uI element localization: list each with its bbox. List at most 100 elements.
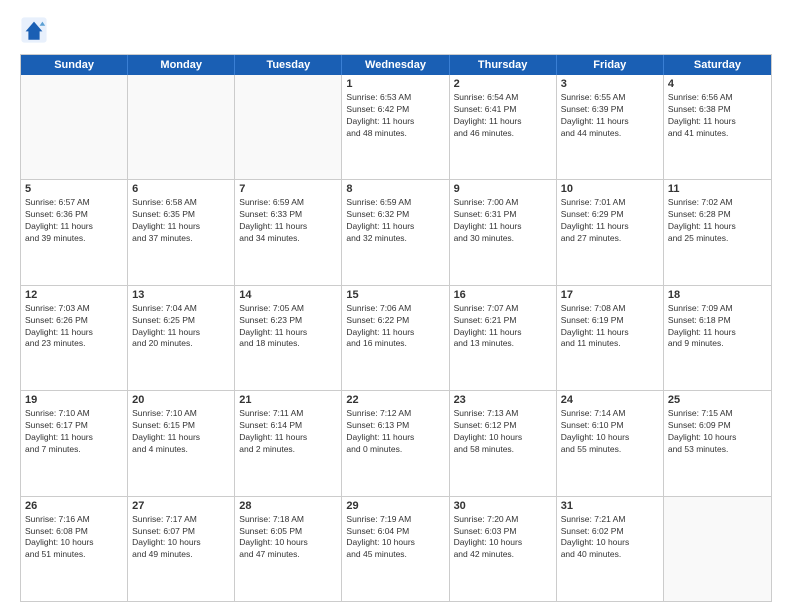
day-number: 10: [561, 183, 659, 195]
day-cell-22: 22 Sunrise: 7:12 AM Sunset: 6:13 PM Dayli…: [342, 391, 449, 495]
day-cell-3: 3Sunrise: 6:55 AM Sunset: 6:39 PM Daylig…: [557, 75, 664, 179]
day-info: Sunrise: 7:16 AM Sunset: 6:08 PM Dayligh…: [25, 514, 123, 562]
day-info: Sunrise: 7:14 AM Sunset: 6:10 PM Dayligh…: [561, 408, 659, 456]
day-cell-20: 20 Sunrise: 7:10 AM Sunset: 6:15 PM Dayli…: [128, 391, 235, 495]
day-number: 9: [454, 183, 552, 195]
day-cell-5: 5 Sunrise: 6:57 AM Sunset: 6:36 PM Daylig…: [21, 180, 128, 284]
day-info: Sunrise: 6:57 AM Sunset: 6:36 PM Dayligh…: [25, 197, 123, 245]
day-number: 22: [346, 394, 444, 406]
calendar: SundayMondayTuesdayWednesdayThursdayFrid…: [20, 54, 772, 602]
day-cell-28: 28 Sunrise: 7:18 AM Sunset: 6:05 PM Dayli…: [235, 497, 342, 601]
day-cell-26: 26 Sunrise: 7:16 AM Sunset: 6:08 PM Dayli…: [21, 497, 128, 601]
day-cell-6: 6 Sunrise: 6:58 AM Sunset: 6:35 PM Daylig…: [128, 180, 235, 284]
day-info: Sunrise: 6:59 AM Sunset: 6:33 PM Dayligh…: [239, 197, 337, 245]
empty-cell-4-6: [664, 497, 771, 601]
logo-icon: [20, 16, 48, 44]
day-info: Sunrise: 7:08 AM Sunset: 6:19 PM Dayligh…: [561, 303, 659, 351]
day-info: Sunrise: 7:01 AM Sunset: 6:29 PM Dayligh…: [561, 197, 659, 245]
weekday-header-sunday: Sunday: [21, 55, 128, 75]
day-info: Sunrise: 7:04 AM Sunset: 6:25 PM Dayligh…: [132, 303, 230, 351]
day-info: Sunrise: 6:56 AM Sunset: 6:38 PM Dayligh…: [668, 92, 767, 140]
weekday-header-tuesday: Tuesday: [235, 55, 342, 75]
day-cell-1: 1 Sunrise: 6:53 AM Sunset: 6:42 PM Daylig…: [342, 75, 449, 179]
day-info: Sunrise: 6:53 AM Sunset: 6:42 PM Dayligh…: [346, 92, 444, 140]
page: SundayMondayTuesdayWednesdayThursdayFrid…: [0, 0, 792, 612]
day-number: 19: [25, 394, 123, 406]
calendar-row-2: 12Sunrise: 7:03 AM Sunset: 6:26 PM Dayli…: [21, 285, 771, 390]
day-info: Sunrise: 6:54 AM Sunset: 6:41 PM Dayligh…: [454, 92, 552, 140]
day-cell-16: 16 Sunrise: 7:07 AM Sunset: 6:21 PM Dayli…: [450, 286, 557, 390]
day-number: 7: [239, 183, 337, 195]
day-cell-15: 15Sunrise: 7:06 AM Sunset: 6:22 PM Dayli…: [342, 286, 449, 390]
calendar-row-3: 19 Sunrise: 7:10 AM Sunset: 6:17 PM Dayli…: [21, 390, 771, 495]
day-info: Sunrise: 7:07 AM Sunset: 6:21 PM Dayligh…: [454, 303, 552, 351]
day-number: 20: [132, 394, 230, 406]
logo: [20, 16, 52, 44]
weekday-header-friday: Friday: [557, 55, 664, 75]
day-number: 25: [668, 394, 767, 406]
weekday-header-saturday: Saturday: [664, 55, 771, 75]
day-number: 18: [668, 289, 767, 301]
day-info: Sunrise: 7:21 AM Sunset: 6:02 PM Dayligh…: [561, 514, 659, 562]
day-cell-18: 18 Sunrise: 7:09 AM Sunset: 6:18 PM Dayli…: [664, 286, 771, 390]
day-number: 15: [346, 289, 444, 301]
day-number: 23: [454, 394, 552, 406]
day-number: 31: [561, 500, 659, 512]
day-info: Sunrise: 6:59 AM Sunset: 6:32 PM Dayligh…: [346, 197, 444, 245]
day-cell-2: 2 Sunrise: 6:54 AM Sunset: 6:41 PM Daylig…: [450, 75, 557, 179]
day-cell-9: 9 Sunrise: 7:00 AM Sunset: 6:31 PM Daylig…: [450, 180, 557, 284]
day-info: Sunrise: 6:58 AM Sunset: 6:35 PM Dayligh…: [132, 197, 230, 245]
day-number: 8: [346, 183, 444, 195]
day-cell-7: 7 Sunrise: 6:59 AM Sunset: 6:33 PM Daylig…: [235, 180, 342, 284]
day-number: 24: [561, 394, 659, 406]
weekday-header-monday: Monday: [128, 55, 235, 75]
day-cell-23: 23 Sunrise: 7:13 AM Sunset: 6:12 PM Dayli…: [450, 391, 557, 495]
day-info: Sunrise: 7:00 AM Sunset: 6:31 PM Dayligh…: [454, 197, 552, 245]
day-number: 30: [454, 500, 552, 512]
calendar-body: 1 Sunrise: 6:53 AM Sunset: 6:42 PM Daylig…: [21, 75, 771, 601]
day-number: 13: [132, 289, 230, 301]
day-info: Sunrise: 7:19 AM Sunset: 6:04 PM Dayligh…: [346, 514, 444, 562]
calendar-row-0: 1 Sunrise: 6:53 AM Sunset: 6:42 PM Daylig…: [21, 75, 771, 179]
day-number: 28: [239, 500, 337, 512]
day-number: 29: [346, 500, 444, 512]
day-number: 4: [668, 78, 767, 90]
day-cell-4: 4 Sunrise: 6:56 AM Sunset: 6:38 PM Daylig…: [664, 75, 771, 179]
day-number: 5: [25, 183, 123, 195]
day-cell-13: 13 Sunrise: 7:04 AM Sunset: 6:25 PM Dayli…: [128, 286, 235, 390]
day-cell-11: 11Sunrise: 7:02 AM Sunset: 6:28 PM Dayli…: [664, 180, 771, 284]
day-info: Sunrise: 7:13 AM Sunset: 6:12 PM Dayligh…: [454, 408, 552, 456]
day-info: Sunrise: 6:55 AM Sunset: 6:39 PM Dayligh…: [561, 92, 659, 140]
weekday-header-thursday: Thursday: [450, 55, 557, 75]
day-cell-12: 12Sunrise: 7:03 AM Sunset: 6:26 PM Dayli…: [21, 286, 128, 390]
day-info: Sunrise: 7:10 AM Sunset: 6:17 PM Dayligh…: [25, 408, 123, 456]
header: [20, 16, 772, 44]
day-number: 1: [346, 78, 444, 90]
day-number: 17: [561, 289, 659, 301]
day-info: Sunrise: 7:12 AM Sunset: 6:13 PM Dayligh…: [346, 408, 444, 456]
calendar-row-1: 5 Sunrise: 6:57 AM Sunset: 6:36 PM Daylig…: [21, 179, 771, 284]
day-number: 16: [454, 289, 552, 301]
day-cell-27: 27Sunrise: 7:17 AM Sunset: 6:07 PM Dayli…: [128, 497, 235, 601]
day-number: 14: [239, 289, 337, 301]
day-cell-21: 21 Sunrise: 7:11 AM Sunset: 6:14 PM Dayli…: [235, 391, 342, 495]
day-info: Sunrise: 7:05 AM Sunset: 6:23 PM Dayligh…: [239, 303, 337, 351]
day-number: 6: [132, 183, 230, 195]
day-info: Sunrise: 7:03 AM Sunset: 6:26 PM Dayligh…: [25, 303, 123, 351]
calendar-header: SundayMondayTuesdayWednesdayThursdayFrid…: [21, 55, 771, 75]
day-info: Sunrise: 7:11 AM Sunset: 6:14 PM Dayligh…: [239, 408, 337, 456]
empty-cell-0-2: [235, 75, 342, 179]
day-info: Sunrise: 7:17 AM Sunset: 6:07 PM Dayligh…: [132, 514, 230, 562]
day-number: 21: [239, 394, 337, 406]
day-info: Sunrise: 7:18 AM Sunset: 6:05 PM Dayligh…: [239, 514, 337, 562]
day-cell-19: 19 Sunrise: 7:10 AM Sunset: 6:17 PM Dayli…: [21, 391, 128, 495]
weekday-header-wednesday: Wednesday: [342, 55, 449, 75]
day-cell-14: 14 Sunrise: 7:05 AM Sunset: 6:23 PM Dayli…: [235, 286, 342, 390]
day-info: Sunrise: 7:10 AM Sunset: 6:15 PM Dayligh…: [132, 408, 230, 456]
day-info: Sunrise: 7:09 AM Sunset: 6:18 PM Dayligh…: [668, 303, 767, 351]
day-number: 26: [25, 500, 123, 512]
day-number: 11: [668, 183, 767, 195]
day-cell-30: 30 Sunrise: 7:20 AM Sunset: 6:03 PM Dayli…: [450, 497, 557, 601]
day-info: Sunrise: 7:20 AM Sunset: 6:03 PM Dayligh…: [454, 514, 552, 562]
day-number: 2: [454, 78, 552, 90]
